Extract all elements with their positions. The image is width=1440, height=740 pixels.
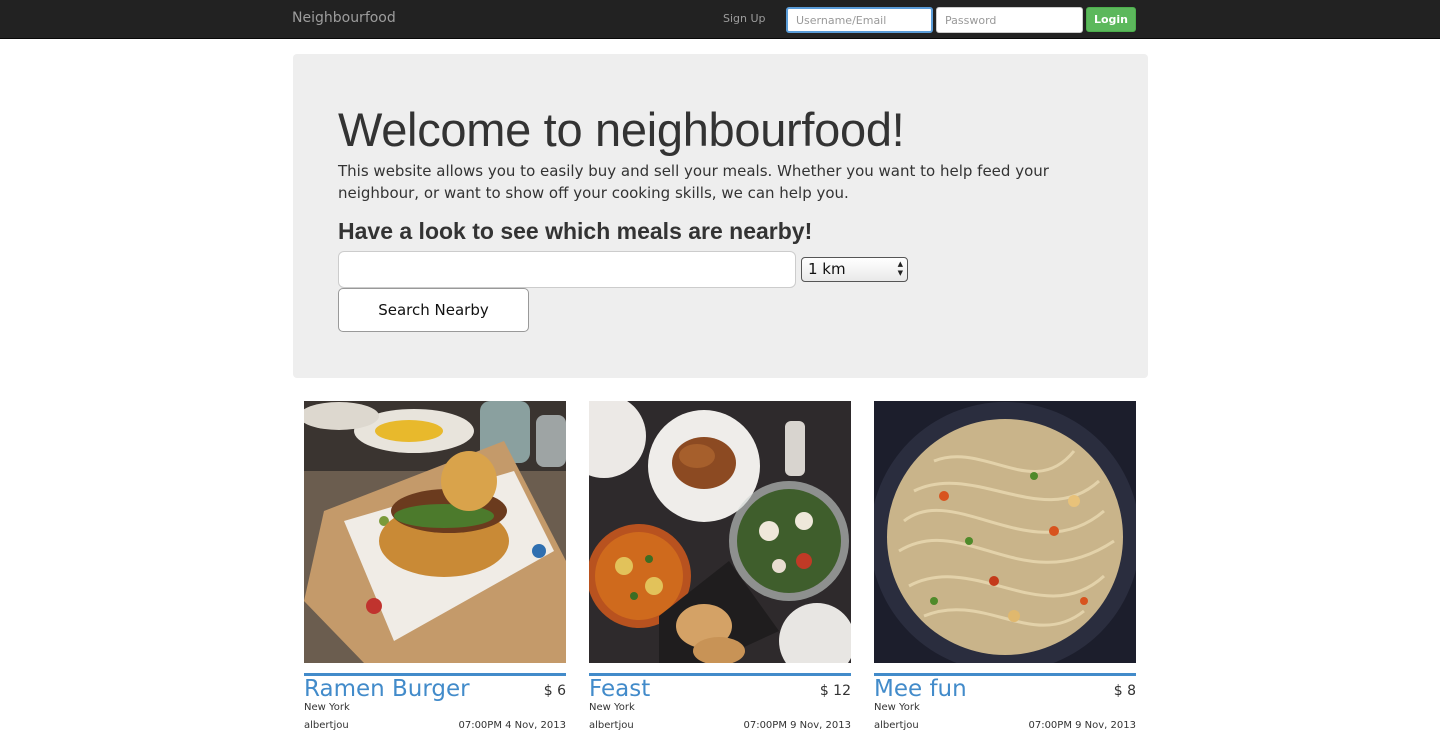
meal-title[interactable]: Feast [589,676,650,702]
brand-link[interactable]: Neighbourfood [292,10,396,26]
signup-link[interactable]: Sign Up [723,12,766,25]
mee-fun-photo[interactable] [874,401,1136,663]
meal-seller: albertjou [589,720,634,731]
meal-price: $ 6 [543,683,566,699]
meal-time: 07:00PM 9 Nov, 2013 [1028,720,1136,731]
meal-location: New York [589,702,635,713]
login-button[interactable]: Login [1086,7,1136,32]
ramen-burger-photo[interactable] [304,401,566,663]
meal-location: New York [874,702,920,713]
meal-seller: albertjou [874,720,919,731]
page-title: Welcome to neighbourfood! [338,103,905,156]
intro-text: This website allows you to easily buy an… [338,162,1049,202]
meal-time: 07:00PM 4 Nov, 2013 [458,720,566,731]
distance-selected-value: 1 km [808,260,846,278]
meal-card: Mee fun $ 8 New York albertjou 07:00PM 9… [874,401,1136,731]
welcome-jumbotron: Welcome to neighbourfood! This website a… [293,54,1148,378]
feast-photo[interactable] [589,401,851,663]
meal-seller: albertjou [304,720,349,731]
meal-price: $ 12 [819,683,851,699]
nearby-heading: Have a look to see which meals are nearb… [338,218,813,244]
search-nearby-button[interactable]: Search Nearby [338,288,529,332]
meal-title[interactable]: Ramen Burger [304,676,470,702]
distance-select[interactable]: 1 km ▲ ▼ [801,257,908,282]
meal-card: Feast $ 12 New York albertjou 07:00PM 9 … [589,401,851,731]
meal-card: Ramen Burger $ 6 New York albertjou 07:0… [304,401,566,731]
meal-title[interactable]: Mee fun [874,676,967,702]
meal-price: $ 8 [1113,683,1136,699]
top-navbar: Neighbourfood Sign Up Login [0,0,1440,39]
meal-time: 07:00PM 9 Nov, 2013 [743,720,851,731]
meal-location: New York [304,702,350,713]
select-arrows-icon: ▲ ▼ [897,260,903,277]
password-input[interactable] [936,7,1083,33]
location-input[interactable] [338,251,796,288]
username-input[interactable] [786,7,933,33]
